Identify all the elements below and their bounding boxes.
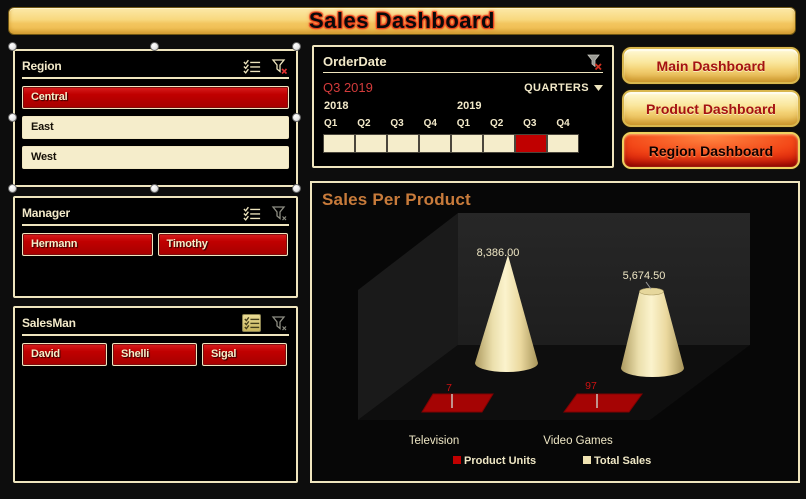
quarter-label: Q4 — [556, 118, 570, 129]
chevron-down-icon — [594, 84, 603, 91]
clear-filter-icon-disabled[interactable] — [270, 204, 289, 222]
data-label-total-sales-videogames: 5,674.50 — [623, 270, 666, 282]
quarter-label: Q2 — [489, 118, 504, 129]
manager-slicer: Manager Hermann Timothy — [13, 196, 298, 298]
multi-select-icon-glyph — [242, 59, 260, 74]
timeline-year-label: 2019 — [457, 100, 482, 112]
timeline-year-label: 2018 — [324, 100, 349, 112]
funnel-x-icon — [586, 54, 602, 70]
marker-videogames-product-units[interactable] — [563, 393, 643, 413]
timeline-tile-q3-2018[interactable] — [388, 135, 418, 152]
category-label-videogames: Video Games — [543, 435, 613, 447]
timeline-title: OrderDate — [323, 54, 387, 69]
timeline-period-label: QUARTERS — [524, 81, 589, 94]
main-dashboard-button[interactable]: Main Dashboard — [622, 47, 800, 84]
region-slicer-title: Region — [22, 59, 62, 73]
dashboard-canvas: Sales Dashboard Region Central East West… — [0, 0, 806, 499]
quarter-label: Q1 — [324, 118, 338, 129]
slicer-separator — [22, 77, 289, 79]
selection-handle-bottom-left[interactable] — [8, 184, 17, 193]
multi-select-icon-glyph — [242, 206, 260, 221]
slicer-item-central[interactable]: Central — [22, 86, 289, 109]
timeline-quarter-labels: Q1 Q2 Q3 Q4 Q1 Q2 Q3 Q4 — [323, 118, 603, 133]
timeline-tile-q1-2019[interactable] — [452, 135, 482, 152]
funnel-x-icon — [271, 315, 287, 330]
page-title: Sales Dashboard — [308, 8, 495, 33]
selection-handle-top-left[interactable] — [8, 42, 17, 51]
timeline-tile-q3-2019[interactable] — [516, 135, 546, 152]
slicer-item-east[interactable]: East — [22, 116, 289, 139]
slicer-item-timothy[interactable]: Timothy — [157, 233, 288, 256]
funnel-x-icon — [271, 205, 287, 220]
data-label-total-sales-television: 8,386.00 — [477, 247, 520, 259]
timeline-period-dropdown[interactable]: QUARTERS — [524, 82, 603, 94]
cone-chart-plot[interactable]: 8,386.00 5,674.50 7 97 Television Video … — [312, 183, 798, 481]
region-slicer: Region Central East West — [13, 49, 298, 187]
quarter-label: Q4 — [423, 118, 437, 129]
timeline-separator — [323, 72, 603, 73]
legend-swatch-product-units — [453, 456, 461, 464]
multi-select-icon-glyph — [243, 316, 259, 330]
legend-swatch-total-sales — [583, 456, 591, 464]
selection-handle-bottom-right[interactable] — [292, 184, 301, 193]
timeline-clear-filter-icon[interactable] — [584, 53, 603, 71]
timeline-tile-q4-2018[interactable] — [420, 135, 450, 152]
timeline-tile-q1-2018[interactable] — [324, 135, 354, 152]
legend-label-product-units[interactable]: Product Units — [464, 455, 536, 467]
legend-label-total-sales[interactable]: Total Sales — [594, 455, 651, 467]
selection-handle-mid-left[interactable] — [8, 113, 17, 122]
timeline-tile-q2-2018[interactable] — [356, 135, 386, 152]
slicer-separator — [22, 224, 289, 226]
slicer-item-shelli[interactable]: Shelli — [111, 343, 197, 366]
product-dashboard-button[interactable]: Product Dashboard — [622, 90, 800, 127]
timeline-year-row: 2018 2019 — [323, 100, 603, 116]
slicer-item-west[interactable]: West — [22, 146, 289, 169]
timeline-selection-label: Q3 2019 — [323, 80, 373, 95]
selection-handle-mid-right[interactable] — [292, 113, 301, 122]
timeline-tile-q2-2019[interactable] — [484, 135, 514, 152]
cone-top-cap — [639, 287, 664, 296]
category-label-television: Television — [409, 435, 460, 447]
marker-television-product-units[interactable] — [421, 393, 494, 413]
data-label-product-units-videogames: 97 — [585, 380, 597, 392]
quarter-label: Q3 — [390, 118, 404, 129]
selection-handle-bottom-center[interactable] — [150, 184, 159, 193]
multi-select-icon-active[interactable] — [242, 314, 261, 332]
clear-filter-icon[interactable] — [270, 57, 289, 75]
multi-select-icon[interactable] — [242, 204, 261, 222]
selection-handle-top-center[interactable] — [150, 42, 159, 51]
chart-title: Sales Per Product — [322, 190, 471, 209]
slicer-item-david[interactable]: David — [22, 343, 107, 366]
manager-slicer-title: Manager — [22, 206, 70, 220]
orderdate-timeline: OrderDate Q3 2019 QUARTERS 2018 2019 Q1 … — [312, 45, 614, 168]
selection-handle-top-right[interactable] — [292, 42, 301, 51]
quarter-label: Q1 — [456, 118, 471, 129]
timeline-tile-strip — [323, 134, 579, 153]
salesman-slicer: SalesMan David Shelli Sigal — [13, 306, 298, 483]
salesman-slicer-title: SalesMan — [22, 316, 76, 330]
multi-select-icon[interactable] — [242, 57, 261, 75]
quarter-label: Q2 — [357, 118, 371, 129]
slicer-separator — [22, 334, 289, 336]
region-dashboard-button[interactable]: Region Dashboard — [622, 132, 800, 169]
funnel-x-icon — [271, 58, 288, 74]
sales-per-product-chart: Sales Per Product 8,386.00 5,674.50 7 97… — [310, 181, 800, 483]
slicer-item-hermann[interactable]: Hermann — [22, 233, 153, 256]
data-label-product-units-television: 7 — [446, 382, 452, 394]
clear-filter-icon-disabled[interactable] — [270, 314, 289, 332]
slicer-item-sigal[interactable]: Sigal — [201, 343, 287, 366]
dashboard-title-bar: Sales Dashboard — [8, 7, 796, 35]
timeline-tile-q4-2019[interactable] — [548, 135, 578, 152]
quarter-label: Q3 — [523, 118, 537, 129]
